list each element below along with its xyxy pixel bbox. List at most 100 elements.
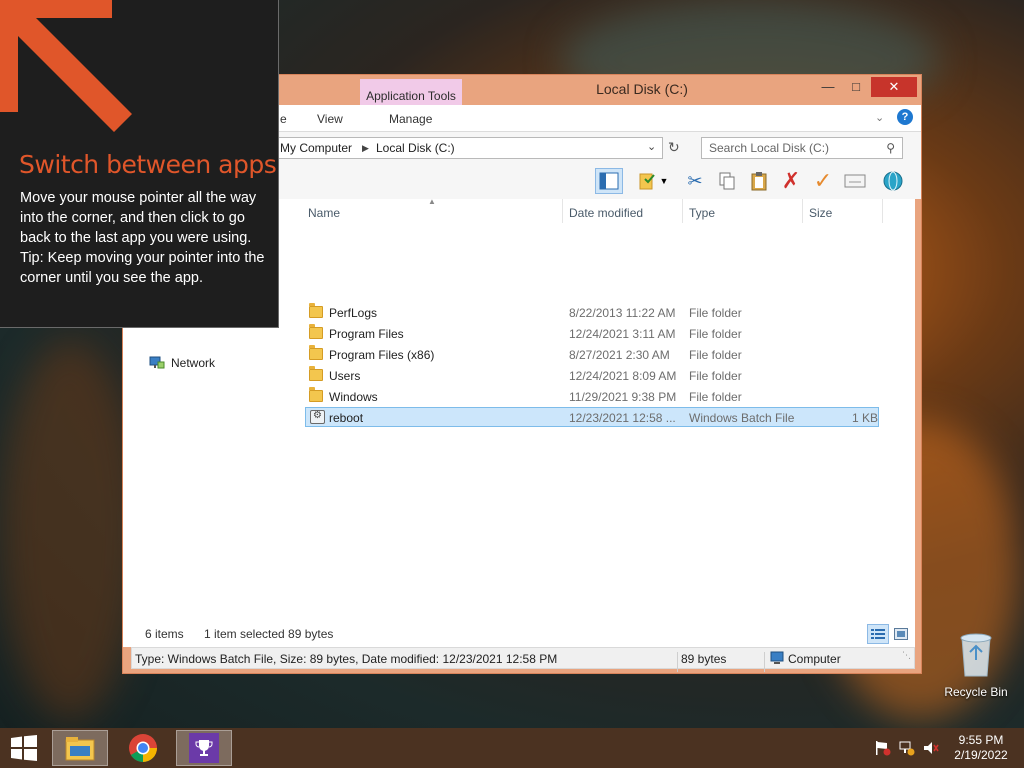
address-dropdown-icon[interactable]: ⌄ (647, 140, 656, 153)
refresh-icon[interactable]: ↻ (668, 139, 680, 156)
help-icon[interactable]: ? (897, 109, 913, 125)
column-header-date-modified[interactable]: Date modified (569, 206, 643, 220)
breadcrumb-separator-icon[interactable]: ▶ (362, 143, 369, 154)
preview-pane-button[interactable] (595, 168, 623, 194)
delete-button[interactable]: ✗ (777, 168, 805, 194)
table-row[interactable]: Windows 11/29/2021 9:38 PM File folder (305, 387, 879, 407)
delete-x-icon: ✗ (781, 168, 801, 193)
tab-share[interactable]: e (280, 112, 287, 126)
globe-icon (883, 171, 903, 191)
file-date: 12/23/2021 12:58 ... (569, 411, 676, 425)
details-view-button[interactable] (867, 624, 889, 644)
computer-icon (770, 651, 784, 664)
network-tray-icon[interactable] (898, 740, 916, 756)
file-size: 1 KB (852, 411, 879, 425)
folder-icon (309, 366, 323, 381)
desktop-icon-recycle-bin[interactable]: Recycle Bin (936, 630, 1016, 699)
large-icons-view-icon (894, 628, 908, 640)
file-type: File folder (689, 390, 742, 404)
folder-icon (309, 345, 323, 360)
windows-logo-icon (11, 735, 37, 761)
envelope-icon (844, 174, 866, 188)
clock-time: 9:55 PM (958, 733, 1004, 747)
recycle-bin-label: Recycle Bin (944, 685, 1008, 699)
nav-item-network[interactable]: Network (149, 356, 215, 370)
volume-muted-icon[interactable] (922, 740, 940, 756)
taskbar-chrome[interactable] (115, 730, 171, 766)
start-button[interactable] (4, 732, 44, 764)
resize-grip-icon[interactable]: ⋱ (902, 650, 911, 661)
status-divider (764, 652, 765, 672)
column-header-size[interactable]: Size (809, 206, 832, 220)
selection-info: 1 item selected 89 bytes (204, 627, 334, 641)
file-date: 8/27/2021 2:30 AM (569, 348, 670, 362)
column-divider[interactable] (682, 199, 683, 223)
maximize-button[interactable]: □ (843, 77, 869, 97)
search-input[interactable] (702, 138, 872, 158)
file-explorer-icon (65, 737, 95, 761)
column-header-name[interactable]: Name (308, 206, 340, 220)
details-view-icon (871, 629, 885, 639)
tip-instruction: Move your mouse pointer all the way into… (20, 190, 257, 246)
search-icon[interactable]: ⚲ (886, 141, 895, 155)
batch-file-icon (310, 410, 325, 424)
expand-ribbon-icon[interactable]: ⌄ (875, 111, 884, 124)
tab-view[interactable]: View (317, 112, 343, 126)
file-date: 12/24/2021 8:09 AM (569, 369, 677, 383)
status-divider (677, 652, 678, 672)
wallpaper-streak (0, 340, 140, 720)
file-date: 12/24/2021 3:11 AM (569, 327, 676, 341)
folder-icon (309, 324, 323, 339)
taskbar: 9:55 PM 2/19/2022 (0, 728, 1024, 768)
file-name: PerfLogs (329, 306, 378, 320)
status-location: Computer (788, 652, 841, 666)
table-row[interactable]: PerfLogs 8/22/2013 11:22 AM File folder (305, 303, 879, 323)
status-bar: 6 items 1 item selected 89 bytes (123, 621, 915, 647)
taskbar-trophy-app[interactable] (176, 730, 232, 766)
network-share-button[interactable] (879, 168, 907, 194)
tutorial-tip-panel: Switch between apps Move your mouse poin… (0, 0, 279, 328)
file-name: reboot (329, 411, 364, 425)
action-center-flag-icon[interactable] (874, 740, 892, 756)
scissors-icon: ✂ (687, 170, 703, 191)
rename-button[interactable]: ✓ (809, 168, 837, 194)
clipboard-icon (751, 172, 767, 191)
checkmark-icon: ✓ (813, 168, 833, 193)
tip-body: Move your mouse pointer all the way into… (20, 188, 265, 288)
recycle-bin-icon (960, 633, 992, 677)
column-header-type[interactable]: Type (689, 206, 715, 220)
address-bar[interactable]: My Computer ▶ Local Disk (C:) ⌄ (273, 137, 663, 159)
column-divider[interactable] (882, 199, 883, 223)
new-item-button[interactable] (841, 168, 869, 194)
table-row-selected[interactable]: reboot 12/23/2021 12:58 ... Windows Batc… (305, 407, 879, 427)
file-date: 8/22/2013 11:22 AM (569, 306, 676, 320)
search-box[interactable]: ⚲ (701, 137, 903, 159)
column-divider[interactable] (802, 199, 803, 223)
nav-item-label: Network (171, 356, 216, 370)
tip-hint: Tip: Keep moving your pointer into the c… (20, 250, 265, 286)
table-row[interactable]: Program Files 12/24/2021 3:11 AM File fo… (305, 324, 879, 344)
file-type: File folder (689, 369, 742, 383)
chevron-down-icon: ▼ (659, 176, 669, 186)
copy-button[interactable] (713, 168, 741, 194)
file-name: Users (329, 369, 361, 383)
cut-button[interactable]: ✂ (681, 168, 709, 194)
preview-pane-icon (599, 172, 619, 190)
minimize-button[interactable]: — (815, 77, 841, 97)
breadcrumb-local-disk[interactable]: Local Disk (C:) (376, 141, 455, 155)
tab-manage[interactable]: Manage (389, 112, 432, 126)
table-row[interactable]: Users 12/24/2021 8:09 AM File folder (305, 366, 879, 386)
close-button[interactable]: ✕ (871, 77, 917, 97)
status-size: 89 bytes (681, 652, 727, 666)
corner-arrow-icon (0, 0, 132, 132)
taskbar-file-explorer[interactable] (52, 730, 108, 766)
column-divider[interactable] (562, 199, 563, 223)
table-row[interactable]: Program Files (x86) 8/27/2021 2:30 AM Fi… (305, 345, 879, 365)
file-type: Windows Batch File (689, 411, 795, 425)
breadcrumb-my-computer[interactable]: My Computer (280, 141, 352, 155)
properties-dropdown[interactable]: ▼ (657, 168, 671, 194)
large-icons-view-button[interactable] (890, 624, 912, 644)
folder-icon (309, 303, 323, 318)
paste-button[interactable] (745, 168, 773, 194)
taskbar-clock[interactable]: 9:55 PM 2/19/2022 (944, 733, 1018, 763)
